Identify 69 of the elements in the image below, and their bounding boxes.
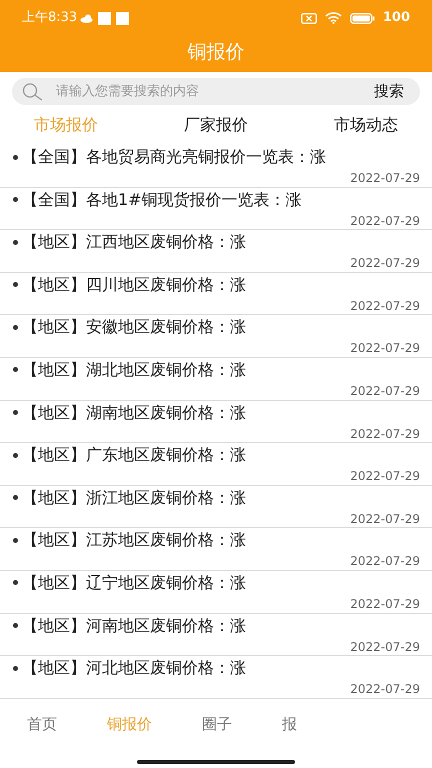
article-date: 2022-07-29 — [350, 596, 420, 613]
page-title: 铜报价 — [188, 40, 244, 65]
article-title: 【地区】浙江地区废铜价格：涨 — [22, 486, 246, 509]
article-title: 【地区】安徽地区废铜价格：涨 — [22, 316, 246, 338]
article-row[interactable]: 【地区】河南地区废铜价格：涨 2022-07-29 — [0, 614, 432, 656]
article-row[interactable]: 【地区】湖北地区废铜价格：涨 2022-07-29 — [0, 358, 432, 401]
bullet-icon — [13, 154, 18, 160]
article-row[interactable]: 【全国】各地贸易商光亮铜报价一览表：涨 2022-07-29 — [0, 145, 432, 188]
article-date: 2022-07-29 — [350, 170, 420, 187]
wifi-icon — [324, 12, 342, 24]
article-title: 【地区】河北地区废铜价格：涨 — [22, 657, 246, 680]
article-title: 【地区】四川地区废铜价格：涨 — [22, 274, 246, 296]
article-row[interactable]: 【地区】江苏地区废铜价格：涨 2022-07-29 — [0, 528, 432, 571]
category-tab[interactable]: 市场动态 — [334, 113, 398, 137]
article-title: 【地区】江苏地区废铜价格：涨 — [22, 529, 246, 552]
search-button[interactable]: 搜索 — [374, 80, 404, 103]
article-title: 【全国】各地贸易商光亮铜报价一览表：涨 — [22, 146, 326, 168]
article-row[interactable]: 【地区】安徽地区废铜价格：涨 2022-07-29 — [0, 315, 432, 358]
search-field[interactable]: 请输入您需要搜索的内容 搜索 — [12, 78, 420, 105]
bullet-icon — [13, 623, 18, 628]
article-title: 【地区】辽宁地区废铜价格：涨 — [22, 572, 246, 594]
article-row[interactable]: 【全国】各地1#铜现货报价一览表：涨 2022-07-29 — [0, 188, 432, 230]
article-row[interactable]: 【地区】河北地区废铜价格：涨 2022-07-29 — [0, 656, 432, 699]
article-date: 2022-07-29 — [350, 510, 420, 528]
article-row[interactable]: 【地区】浙江地区废铜价格：涨 2022-07-29 — [0, 486, 432, 528]
article-row[interactable]: 【地区】湖南地区废铜价格：涨 2022-07-29 — [0, 400, 432, 444]
article-title: 【地区】湖南地区废铜价格：涨 — [22, 402, 246, 424]
article-date: 2022-07-29 — [350, 426, 420, 443]
article-date: 2022-07-29 — [350, 255, 420, 272]
article-date: 2022-07-29 — [350, 340, 420, 358]
search-icon — [22, 82, 44, 100]
battery-icon — [350, 12, 375, 24]
bullet-icon — [13, 367, 18, 372]
article-date: 2022-07-29 — [350, 638, 420, 656]
bullet-icon — [13, 580, 18, 586]
article-row[interactable]: 【地区】四川地区废铜价格：涨 2022-07-29 — [0, 272, 432, 316]
article-title: 【地区】广东地区废铜价格：涨 — [22, 444, 246, 466]
nav-tab[interactable]: 首页 — [27, 712, 57, 736]
notification-icon — [116, 12, 130, 24]
article-title: 【全国】各地1#铜现货报价一览表：涨 — [22, 188, 302, 211]
nav-tab[interactable]: 报 — [282, 712, 297, 736]
bullet-icon — [13, 410, 18, 416]
notification-icon — [98, 12, 112, 24]
article-date: 2022-07-29 — [350, 681, 420, 698]
article-date: 2022-07-29 — [350, 468, 420, 486]
article-row[interactable]: 【地区】广东地区废铜价格：涨 2022-07-29 — [0, 443, 432, 486]
sim-icon — [300, 12, 317, 24]
status-time: 上午8:33 — [22, 9, 78, 28]
bullet-icon — [13, 666, 18, 671]
article-title: 【地区】河南地区废铜价格：涨 — [22, 614, 246, 637]
battery-level: 100 — [382, 9, 410, 28]
article-row[interactable]: 【地区】辽宁地区废铜价格：涨 2022-07-29 — [0, 570, 432, 614]
bullet-icon — [13, 240, 18, 245]
article-title: 【地区】江西地区废铜价格：涨 — [22, 231, 246, 254]
article-date: 2022-07-29 — [350, 553, 420, 570]
bullet-icon — [13, 538, 18, 543]
article-date: 2022-07-29 — [350, 298, 420, 315]
article-date: 2022-07-29 — [350, 212, 420, 230]
category-tab[interactable]: 厂家报价 — [184, 113, 248, 137]
article-row[interactable]: 【地区】江西地区废铜价格：涨 2022-07-29 — [0, 230, 432, 273]
article-date: 2022-07-29 — [350, 382, 420, 400]
bullet-icon — [13, 452, 18, 458]
bullet-icon — [13, 324, 18, 330]
article-title: 【地区】湖北地区废铜价格：涨 — [22, 358, 246, 381]
cloud-icon — [80, 14, 94, 22]
nav-tab[interactable]: 圈子 — [202, 712, 232, 736]
bullet-icon — [13, 197, 18, 202]
bullet-icon — [13, 495, 18, 500]
bullet-icon — [13, 282, 18, 288]
